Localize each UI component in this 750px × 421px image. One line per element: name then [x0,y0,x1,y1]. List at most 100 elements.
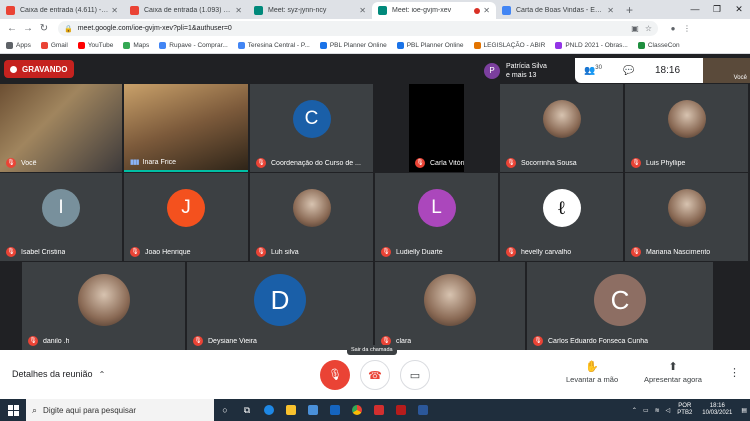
mic-off-icon: 🎙 [506,158,516,168]
word-icon[interactable] [412,399,434,421]
acrobat-reader-icon[interactable] [390,399,412,421]
participant-tile[interactable]: L 🎙 Ludielly Duarte [375,173,498,261]
participant-tile[interactable]: C 🎙 Carlos Eduardo Fonseca Cunha [527,262,713,350]
self-view-thumbnail[interactable]: Você [703,58,750,83]
address-bar[interactable]: 🔒 meet.google.com/ioe-gvjm-xev?pli=1&aut… [58,21,658,36]
tab-close-icon[interactable]: ✕ [235,6,242,15]
tab-title: Caixa de entrada (4.611) - robs [20,7,109,14]
mic-off-icon: 🎙 [256,247,266,257]
raise-hand-button[interactable]: ✋ Levantar a mão [566,360,618,384]
input-language[interactable]: POR PTB2 [677,403,692,417]
network-icon[interactable]: ≋ [655,407,660,414]
browser-tab[interactable]: Carta de Boas Vindas - Escola ✕ [496,2,620,19]
tab-close-icon[interactable]: ✕ [607,6,614,15]
participant-tile[interactable]: C 🎙 Coordenação do Curso de ... [250,84,373,172]
mic-off-icon: 🎙 [533,336,543,346]
presenter-avatar: P [484,62,500,79]
chrome-icon[interactable] [346,399,368,421]
leave-call-button[interactable]: ☎ [360,360,390,390]
chat-button[interactable]: 💬 [611,65,647,76]
bookmark-star-icon[interactable]: ☆ [645,24,652,33]
task-view-icon[interactable]: ⧉ [236,399,258,421]
taskbar-search[interactable]: ⌕ Digite aqui para pesquisar [26,399,214,421]
participant-tile[interactable]: D 🎙 Deysiane Vieira [187,262,373,350]
presenter-info[interactable]: P Patrícia Silva e mais 13 [481,58,575,83]
participant-avatar [77,274,130,326]
mic-off-icon: 🎙 [631,158,641,168]
extensions-icon[interactable]: ● [666,24,680,33]
browser-tab[interactable]: Meet: syz-jynn-ncy ✕ [248,2,372,19]
participant-tile[interactable]: 🎙 Luh silva [250,173,373,261]
participant-tile[interactable]: ℓ 🎙 hevelly carvalho [500,173,623,261]
tab-close-icon[interactable]: ✕ [483,6,490,15]
bookmark-item[interactable]: ClasseCon [637,42,680,49]
bookmark-item[interactable]: PNLD 2021 - Obras... [555,42,628,49]
present-now-button[interactable]: ⬆ Apresentar agora [644,360,702,384]
camera-toggle-button[interactable]: ▭ [400,360,430,390]
browser-tab[interactable]: Caixa de entrada (4.611) - robs ✕ [0,2,124,19]
participant-tile[interactable]: J 🎙 Joao Henrique [124,173,248,261]
close-window-icon[interactable]: ✕ [728,0,750,19]
bookmark-item[interactable]: Teresina Central - P... [237,42,310,49]
participant-avatar: C [292,100,331,138]
participant-tile[interactable]: ▮▮▮ Inara Frice [124,84,248,172]
system-clock[interactable]: 18:16 10/03/2021 [702,403,732,417]
store-icon[interactable] [302,399,324,421]
participant-avatar: I [42,189,80,227]
bookmark-item[interactable]: Rupave - Comprar... [159,42,228,49]
file-explorer-icon[interactable] [280,399,302,421]
bookmark-item[interactable]: PBL Planner Online [319,42,387,49]
participant-tile[interactable]: 🎙 clara [375,262,525,350]
tab-close-icon[interactable]: ✕ [359,6,366,15]
video-camera-icon: ▭ [409,370,421,382]
participant-tile[interactable]: 🎙 Você [0,84,122,172]
microphone-toggle-button[interactable]: 🎙 [320,360,350,390]
participant-tile[interactable]: 🎙 Luis Phyllipe [625,84,748,172]
maximize-icon[interactable]: ❐ [706,0,728,19]
participant-tile[interactable]: 🎙 Carla Vitória Sousa [409,84,464,172]
bookmark-item[interactable]: YouTube [77,42,113,49]
minimize-icon[interactable]: — [684,0,706,19]
notifications-icon[interactable]: ▤ [741,407,747,414]
more-options-icon[interactable]: ⋮ [729,366,740,379]
back-icon[interactable]: ← [4,23,20,34]
windows-start-icon[interactable] [0,399,26,421]
chevron-up-icon[interactable]: ⌃ [632,407,637,414]
mic-off-icon: 🎙 [506,247,516,257]
bookmark-item[interactable]: Gmail [40,42,68,49]
acrobat-icon[interactable] [368,399,390,421]
forward-icon[interactable]: → [20,23,36,34]
participant-tile[interactable]: 🎙 Socorrinha Sousa [500,84,623,172]
mail-icon[interactable] [324,399,346,421]
mic-off-icon: 🎙 [328,369,342,381]
participant-tile[interactable]: I 🎙 Isabel Cristina [0,173,122,261]
browser-tab[interactable]: Meet: ioe-gvjm-xev ✕ [372,2,496,19]
edge-icon[interactable] [258,399,280,421]
camera-permission-icon[interactable]: ▣ [631,24,639,33]
participant-tile[interactable]: 🎙 Mariana Nascimento [625,173,748,261]
reload-icon[interactable]: ↻ [36,23,52,34]
bookmark-item[interactable]: Apps [6,42,31,49]
meeting-details-button[interactable]: Detalhes da reunião ⌃ [12,369,105,379]
participant-tile[interactable]: 🎙 danilo .h [22,262,185,350]
bookmark-item[interactable]: Maps [123,42,149,49]
tab-favicon-icon [6,6,15,15]
menu-dots-icon[interactable]: ⋮ [680,24,694,33]
tab-title: Carta de Boas Vindas - Escola [516,7,605,14]
participant-name-row: 🎙 danilo .h [28,336,69,346]
tab-close-icon[interactable]: ✕ [111,6,118,15]
battery-icon[interactable]: ▭ [643,407,649,414]
participant-name-row: 🎙 hevelly carvalho [506,247,571,257]
participants-button[interactable]: 👥30 [575,65,611,76]
lock-icon[interactable]: 🔒 [64,25,73,33]
windows-taskbar: ⌕ Digite aqui para pesquisar ○ ⧉ ⌃ ▭ ≋ ◁… [0,399,750,421]
bookmark-item[interactable]: LEGISLAÇÃO - ABIR [473,42,545,49]
mic-off-icon: 🎙 [415,158,425,168]
bookmark-favicon-icon [6,42,13,49]
new-tab-icon[interactable]: + [620,2,639,19]
meeting-details-label: Detalhes da reunião [12,369,93,379]
browser-tab[interactable]: Caixa de entrada (1.093) - den ✕ [124,2,248,19]
bookmark-item[interactable]: PBL Planner Online [396,42,464,49]
cortana-icon[interactable]: ○ [214,399,236,421]
volume-icon[interactable]: ◁ [666,407,671,414]
